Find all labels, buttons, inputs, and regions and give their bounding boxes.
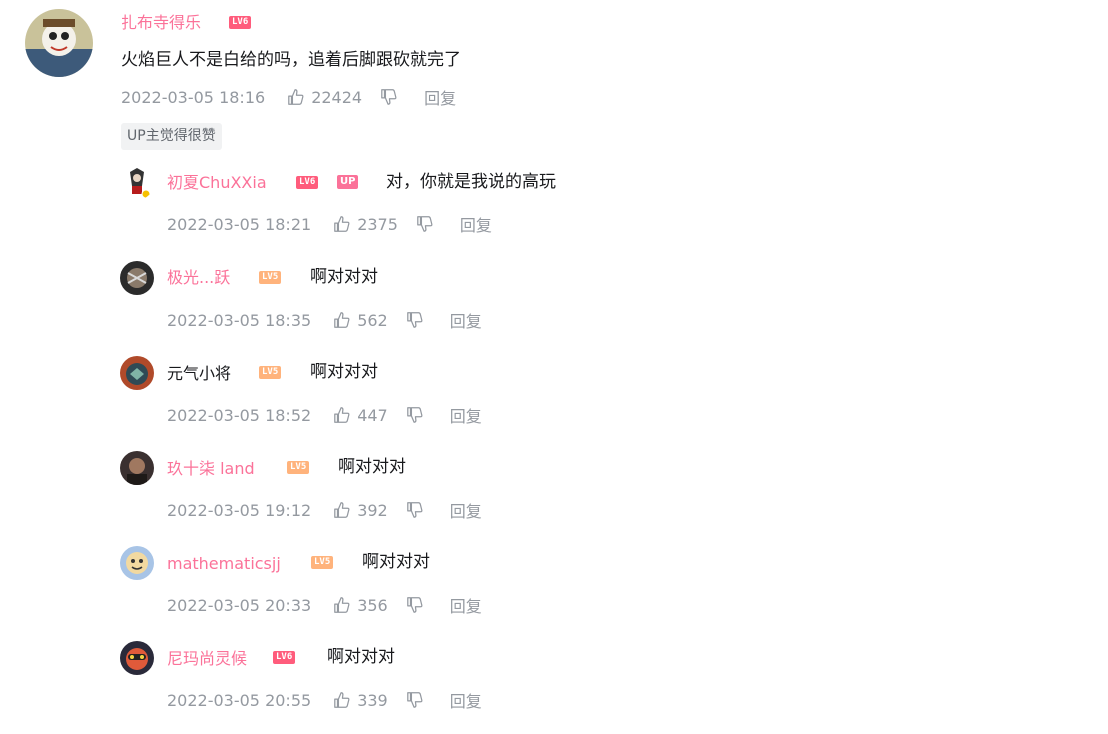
avatar-image	[120, 166, 154, 200]
reply-button[interactable]: 回复	[450, 498, 482, 522]
dislike-button[interactable]	[406, 691, 424, 709]
avatar-image	[25, 9, 93, 77]
thumb-up-icon	[334, 407, 350, 423]
level-badge: LV6	[229, 16, 252, 29]
like-button[interactable]: 356	[333, 596, 388, 615]
comment-meta: 2022-03-05 20:33 356 回复	[167, 593, 482, 617]
level-badge: LV5	[287, 461, 310, 474]
like-count: 562	[357, 310, 388, 330]
dislike-button[interactable]	[406, 311, 424, 329]
comment-meta: 2022-03-05 18:52 447 回复	[167, 403, 482, 427]
level-badge: LV6	[296, 176, 319, 189]
like-button[interactable]: 22424	[287, 88, 362, 107]
avatar[interactable]	[120, 641, 154, 675]
dislike-button[interactable]	[416, 215, 434, 233]
thumb-down-icon	[406, 502, 423, 518]
username[interactable]: 尼玛尚灵候	[167, 649, 247, 669]
username[interactable]: 元气小将	[167, 364, 231, 384]
username[interactable]: 初夏ChuXXia	[167, 173, 267, 193]
avatar[interactable]	[120, 166, 154, 200]
reply-button[interactable]: 回复	[460, 212, 492, 236]
comment-text: 啊对对对	[310, 267, 378, 287]
level-badge: LV5	[311, 556, 334, 569]
avatar[interactable]	[120, 356, 154, 390]
comment-meta: 2022-03-05 18:16 22424 回复	[121, 85, 456, 109]
like-count: 2375	[357, 214, 398, 234]
avatar[interactable]	[120, 451, 154, 485]
comment-meta: 2022-03-05 18:21 2375 回复	[167, 212, 492, 236]
thumb-down-icon	[406, 692, 423, 708]
avatar-image	[120, 261, 154, 295]
level-badge: LV5	[259, 366, 282, 379]
like-count: 339	[357, 690, 388, 710]
avatar[interactable]	[25, 9, 93, 77]
thumb-up-icon	[334, 692, 350, 708]
username[interactable]: 扎布寺得乐	[121, 13, 201, 33]
thumb-up-icon	[288, 89, 304, 105]
like-count: 392	[357, 500, 388, 520]
avatar[interactable]	[120, 546, 154, 580]
avatar-image	[120, 356, 154, 390]
comment-text: 对，你就是我说的高玩	[386, 172, 556, 192]
level-badge: LV6	[273, 651, 296, 664]
comment-meta: 2022-03-05 18:35 562 回复	[167, 308, 482, 332]
like-count: 356	[357, 595, 388, 615]
comment-meta: 2022-03-05 20:55 339 回复	[167, 688, 482, 712]
thumb-up-icon	[334, 216, 350, 232]
up-badge: UP	[337, 175, 359, 189]
username[interactable]: 极光...跃	[167, 268, 230, 288]
comment-text: 啊对对对	[362, 552, 430, 572]
like-button[interactable]: 392	[333, 501, 388, 520]
avatar-image	[120, 451, 154, 485]
comment-text: 啊对对对	[327, 647, 395, 667]
like-count: 447	[357, 405, 388, 425]
comment-text: 啊对对对	[338, 457, 406, 477]
thumb-down-icon	[417, 216, 433, 232]
thumb-up-icon	[334, 312, 350, 328]
like-button[interactable]: 447	[333, 406, 388, 425]
thumb-down-icon	[406, 407, 423, 423]
timestamp: 2022-03-05 18:21	[167, 214, 312, 234]
avatar-image	[120, 546, 154, 580]
reply-button[interactable]: 回复	[450, 688, 482, 712]
thumb-down-icon	[381, 89, 397, 105]
timestamp: 2022-03-05 20:33	[167, 595, 312, 615]
username[interactable]: mathematicsjj	[167, 554, 281, 574]
comment-meta: 2022-03-05 19:12 392 回复	[167, 498, 482, 522]
dislike-button[interactable]	[406, 501, 424, 519]
like-count: 22424	[311, 87, 363, 107]
thumb-up-icon	[334, 502, 350, 518]
timestamp: 2022-03-05 20:55	[167, 690, 312, 710]
up-liked-tag: UP主觉得很赞	[121, 123, 222, 150]
comment-text: 啊对对对	[310, 362, 378, 382]
timestamp: 2022-03-05 18:52	[167, 405, 312, 425]
like-button[interactable]: 339	[333, 691, 388, 710]
thumb-down-icon	[406, 312, 423, 328]
reply-button[interactable]: 回复	[450, 593, 482, 617]
reply-button[interactable]: 回复	[450, 403, 482, 427]
thumb-up-icon	[334, 597, 350, 613]
avatar-image	[120, 641, 154, 675]
comment-text: 火焰巨人不是白给的吗，追着后脚跟砍就完了	[121, 50, 461, 70]
timestamp: 2022-03-05 18:16	[121, 87, 266, 107]
dislike-button[interactable]	[406, 596, 424, 614]
like-button[interactable]: 2375	[333, 215, 398, 234]
reply-button[interactable]: 回复	[424, 85, 456, 109]
reply-button[interactable]: 回复	[450, 308, 482, 332]
thumb-down-icon	[406, 597, 423, 613]
timestamp: 2022-03-05 19:12	[167, 500, 312, 520]
dislike-button[interactable]	[406, 406, 424, 424]
like-button[interactable]: 562	[333, 311, 388, 330]
level-badge: LV5	[259, 271, 282, 284]
timestamp: 2022-03-05 18:35	[167, 310, 312, 330]
username[interactable]: 玖十柒 land	[167, 459, 255, 479]
dislike-button[interactable]	[380, 88, 398, 106]
avatar[interactable]	[120, 261, 154, 295]
